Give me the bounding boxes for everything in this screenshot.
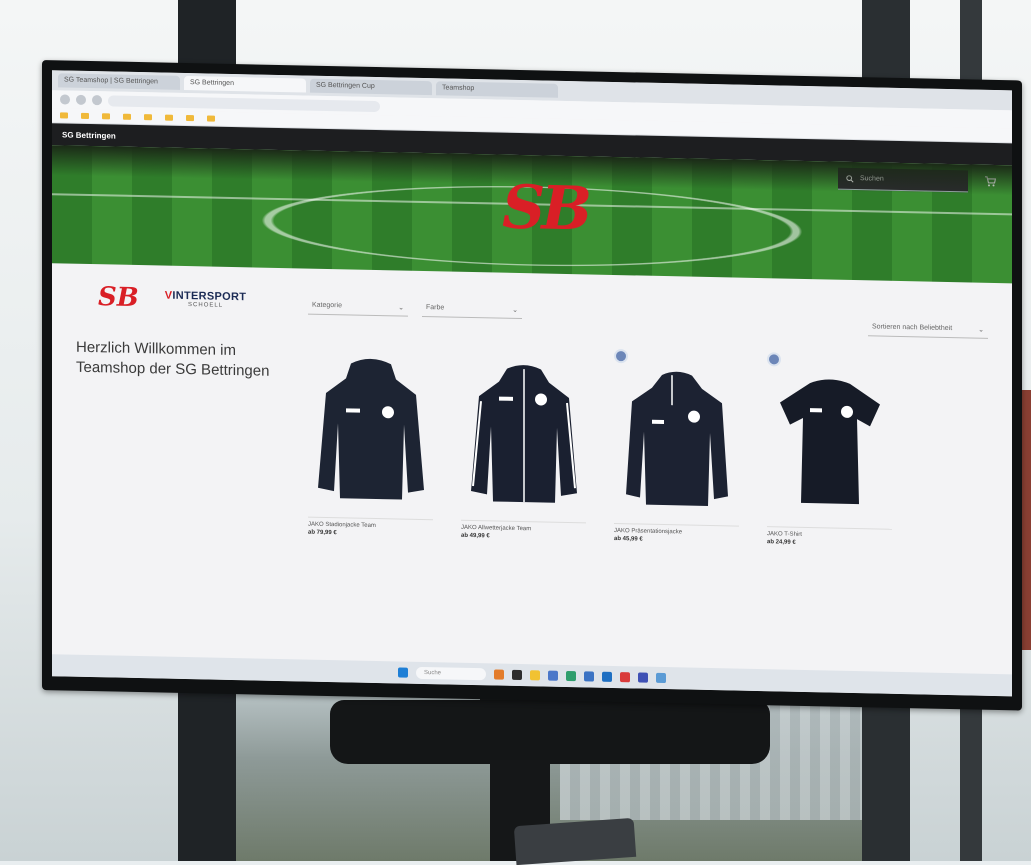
filter-bar: Kategorie ⌄ Farbe ⌄ Sortieren nach Beliebt… [308, 287, 988, 339]
bookmark[interactable] [123, 113, 134, 120]
taskbar-app-icon[interactable] [620, 672, 630, 683]
product-card[interactable]: JAKO Präsentationsjacke ab 45,99 € [614, 348, 739, 545]
product-name[interactable]: JAKO Präsentationsjacke [614, 522, 739, 537]
taskbar-app-icon[interactable] [512, 669, 522, 681]
jacket-image [470, 365, 577, 503]
product-name[interactable]: JAKO Allwetterjacke Team [461, 519, 586, 534]
info-text [76, 388, 286, 392]
product-area: Kategorie ⌄ Farbe ⌄ Sortieren nach Beliebt… [308, 287, 988, 550]
product-price: ab 45,99 € [614, 535, 643, 543]
info-paragraph [76, 388, 286, 392]
laptop [513, 817, 637, 865]
hero-banner: SB Suchen [52, 145, 1012, 284]
bookmark[interactable] [207, 115, 218, 122]
product-card[interactable]: JAKO Allwetterjacke Team ab 49,99 € [461, 346, 586, 542]
taskbar-app-icon[interactable] [638, 672, 648, 683]
product-name[interactable]: JAKO Stadionjacke Team [308, 516, 433, 531]
product-price: ab 24,99 € [767, 539, 796, 546]
product-card[interactable]: JAKO T-Shirt ab 24,99 € [767, 352, 892, 548]
info-paragraph [76, 388, 286, 392]
site-title[interactable]: SG Bettringen [62, 130, 116, 140]
bookmark[interactable] [81, 112, 92, 119]
product-image[interactable] [461, 346, 586, 509]
info-paragraph [76, 388, 286, 392]
sidebar: SB VINTERSPORT SCHOELL Herzlich Willkomm… [76, 282, 286, 535]
search-placeholder: Suchen [860, 175, 884, 183]
windows-start-icon[interactable] [398, 667, 408, 678]
category-select[interactable]: Kategorie ⌄ [308, 296, 408, 317]
browser-tab-active[interactable]: SG Bettringen [184, 75, 306, 93]
browser-tab[interactable]: Teamshop [436, 81, 558, 98]
forward-icon[interactable] [76, 94, 86, 105]
jacket-image [317, 358, 424, 500]
product-name[interactable]: JAKO T-Shirt [767, 526, 892, 540]
taskbar-search[interactable]: Suche [416, 666, 486, 681]
welcome-heading: Herzlich Willkommen im Teamshop der SG B… [76, 338, 270, 380]
bookmark[interactable] [186, 115, 197, 122]
folder-icon[interactable] [530, 670, 540, 681]
chevron-down-icon: ⌄ [398, 303, 404, 312]
tshirt-image [779, 379, 880, 505]
main-content: SB VINTERSPORT SCHOELL Herzlich Willkomm… [52, 263, 1012, 550]
reload-icon[interactable] [92, 95, 102, 106]
folder-icon [207, 115, 215, 122]
product-image[interactable] [767, 352, 892, 515]
url-input[interactable] [108, 94, 380, 112]
folder-icon [123, 113, 131, 120]
taskbar-app-icon[interactable] [566, 670, 576, 682]
product-grid: JAKO Stadionjacke Team ab 79,99 € JAKO A… [308, 343, 988, 550]
taskbar-app-icon[interactable] [548, 670, 558, 681]
folder-icon [165, 114, 173, 121]
folder-icon [81, 112, 89, 119]
product-price: ab 79,99 € [308, 529, 337, 537]
partner-brand: INTERSPORT [172, 289, 247, 304]
folder-icon [102, 113, 110, 120]
color-select[interactable]: Farbe ⌄ [422, 298, 522, 320]
info-paragraph [76, 388, 286, 392]
taskbar-app-icon[interactable] [494, 669, 504, 680]
folder-icon [60, 112, 68, 119]
chevron-down-icon: ⌄ [512, 306, 518, 314]
cart-icon[interactable] [984, 175, 996, 187]
folder-icon [186, 115, 194, 122]
product-price: ab 49,99 € [461, 532, 490, 540]
taskbar-app-icon[interactable] [602, 671, 612, 682]
bookmark[interactable] [102, 113, 113, 120]
browser-tab[interactable]: SG Bettringen Cup [310, 78, 432, 96]
taskbar: Suche [52, 654, 1012, 697]
logo-row: SB VINTERSPORT SCHOELL [76, 282, 286, 316]
club-badge-icon [614, 348, 628, 364]
jacket-image [625, 371, 728, 506]
sort-select[interactable]: Sortieren nach Beliebtheit ⌄ [868, 318, 988, 339]
bookmark[interactable] [165, 114, 176, 121]
club-badge-icon [767, 352, 781, 367]
product-image[interactable] [614, 348, 739, 512]
club-logo[interactable]: SB [502, 173, 588, 245]
search-input[interactable]: Suchen [838, 167, 968, 193]
bookmark[interactable] [60, 112, 71, 119]
product-image[interactable] [308, 343, 433, 506]
search-icon [846, 174, 854, 183]
bookmark[interactable] [144, 114, 155, 121]
screen: SG Teamshop | SG Bettringen SG Bettringe… [52, 70, 1012, 697]
chevron-down-icon: ⌄ [978, 326, 984, 334]
intersport-logo: VINTERSPORT SCHOELL [164, 289, 247, 309]
monitor: SG Teamshop | SG Bettringen SG Bettringe… [42, 60, 1022, 711]
folder-icon [144, 114, 152, 121]
sgb-logo: SB [98, 282, 139, 314]
browser-tab[interactable]: SG Teamshop | SG Bettringen [58, 73, 180, 90]
browser-icon[interactable] [584, 671, 594, 682]
soundbar [330, 700, 770, 764]
back-icon[interactable] [60, 94, 70, 105]
product-card[interactable]: JAKO Stadionjacke Team ab 79,99 € [308, 343, 433, 539]
taskbar-app-icon[interactable] [656, 672, 666, 684]
